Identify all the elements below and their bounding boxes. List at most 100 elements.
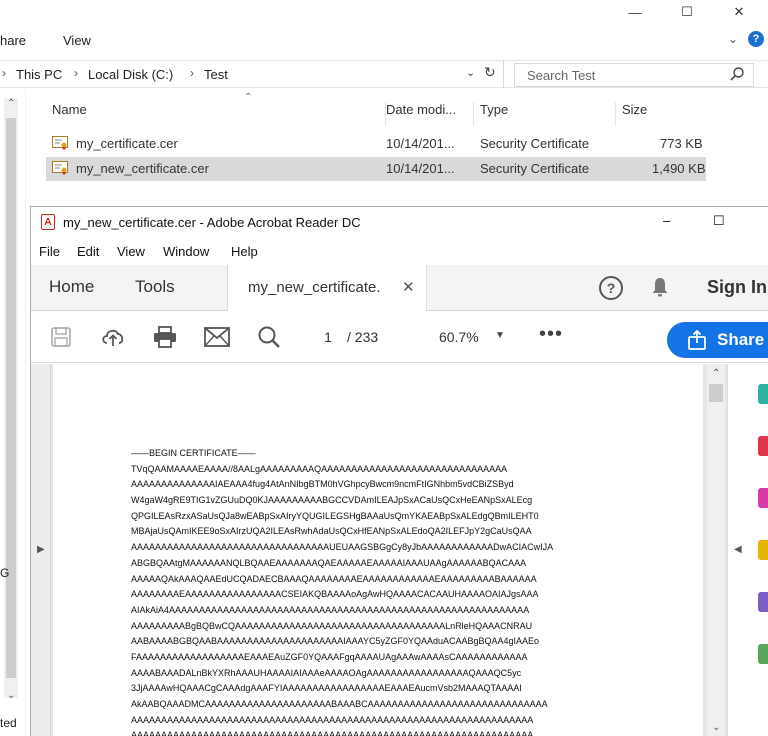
scroll-up-arrow-icon[interactable]: ⌃ — [7, 98, 15, 109]
help-icon[interactable]: ? — [599, 276, 623, 300]
certificate-line: AABAAAABGBQAABAAAAAAAAAAAAAAAAAAAAAIAAAY… — [131, 636, 540, 647]
notification-bell-icon[interactable] — [651, 277, 669, 303]
address-bar: › This PC › Local Disk (C:) › Test ⌄ ↻ S… — [0, 60, 768, 88]
search-icon — [729, 66, 745, 85]
column-size[interactable]: Size — [616, 102, 710, 126]
fill-sign-tool-icon[interactable] — [758, 592, 768, 612]
left-panel-collapsed[interactable]: ▶ — [31, 364, 51, 736]
share-label: Share — [717, 330, 765, 349]
file-size: 773 KB — [660, 136, 703, 151]
explorer-maximize-button[interactable]: ☐ — [664, 0, 710, 24]
explorer-minimize-button[interactable]: — — [612, 0, 658, 24]
breadcrumb-this-pc[interactable]: This PC — [16, 67, 62, 82]
more-tools-icon[interactable]: ••• — [539, 323, 563, 346]
print-icon[interactable] — [151, 323, 179, 351]
page-number-input[interactable]: 1 — [313, 324, 343, 350]
close-tab-icon[interactable]: ✕ — [402, 278, 415, 296]
navigation-scrollbar-thumb[interactable] — [6, 118, 16, 678]
file-row[interactable]: my_certificate.cer 10/14/201... Security… — [46, 132, 706, 156]
certificate-line: QPGILEAsRzxASaUsQJa8wEABpSxAIryYQUGILEGS… — [131, 510, 539, 521]
chevron-right-icon: › — [74, 66, 78, 80]
navigation-scrollbar[interactable] — [4, 98, 18, 698]
menu-file[interactable]: File — [39, 244, 60, 259]
file-date: 10/14/201... — [386, 161, 455, 176]
document-scrollbar-thumb[interactable] — [709, 384, 723, 402]
scroll-up-arrow-icon[interactable]: ⌃ — [712, 368, 720, 379]
chevron-right-icon: › — [2, 66, 6, 80]
search-input[interactable]: Search Test — [514, 63, 754, 87]
scroll-down-arrow-icon[interactable]: ⌄ — [7, 690, 15, 701]
sign-in-button[interactable]: Sign In — [707, 277, 767, 298]
right-tools-pane: ◀ — [727, 364, 768, 736]
document-scrollbar[interactable]: ⌃ ⌄ — [707, 364, 725, 736]
ribbon-tab-view[interactable]: View — [63, 33, 91, 48]
column-name[interactable]: Name — [46, 102, 386, 126]
certificate-line: 3JjAAAAwHQAAACgCAAAdgAAAFYIAAAAAAAAAAAAA… — [131, 683, 522, 694]
certificate-line: AAAABAAADALnBkYXRhAAAUHAAAAIAIAAAeAAAAOA… — [131, 667, 522, 678]
menu-view[interactable]: View — [117, 244, 145, 259]
share-button[interactable]: Share — [667, 322, 768, 358]
certificate-line: W4gaW4gRE9TIG1vZGUuDQ0KJAAAAAAAAABGCCVDA… — [131, 495, 533, 506]
menu-help[interactable]: Help — [231, 244, 258, 259]
scroll-down-arrow-icon[interactable]: ⌄ — [712, 722, 720, 733]
certificate-line: MBAjaUsQAmIKEE9oSxAIrzUQA2ILEAsRwhAdaUsQ… — [131, 526, 532, 537]
refresh-icon[interactable]: ↻ — [484, 64, 496, 81]
tab-home[interactable]: Home — [49, 277, 94, 297]
share-icon — [687, 329, 707, 355]
ribbon-tab-share[interactable]: hare — [0, 33, 26, 48]
page-total: / 233 — [347, 329, 379, 345]
file-row-selected[interactable]: my_new_certificate.cer 10/14/201... Secu… — [46, 157, 706, 181]
certificate-line: AkAABQAAADMCAAAAAAAAAAAAAAAAAAAAABAAABCA… — [131, 699, 548, 709]
export-pdf-tool-icon[interactable] — [758, 384, 768, 404]
more-tools-partial-icon[interactable] — [758, 644, 768, 664]
acrobat-minimize-button[interactable]: – — [663, 213, 670, 228]
file-name: my_certificate.cer — [76, 136, 178, 151]
menu-edit[interactable]: Edit — [77, 244, 99, 259]
acrobat-maximize-button[interactable]: ☐ — [713, 213, 725, 229]
pdf-page: ——BEGIN CERTIFICATE—— TVqQAAMAAAAEAAAA//8… — [53, 364, 703, 736]
address-box[interactable]: › This PC › Local Disk (C:) › Test ⌄ ↻ — [0, 61, 504, 88]
explorer-titlebar: — ☐ ✕ — [0, 0, 768, 24]
certificate-file-icon — [52, 136, 68, 150]
menu-window[interactable]: Window — [163, 244, 209, 259]
certificate-line: AIAkAiA4AAAAAAAAAAAAAAAAAAAAAAAAAAAAAAAA… — [131, 604, 530, 615]
email-icon[interactable] — [203, 323, 231, 351]
file-size: 1,490 KB — [652, 161, 706, 176]
column-date-modified[interactable]: Date modi... — [380, 102, 474, 126]
breadcrumb-test[interactable]: Test — [204, 67, 228, 82]
edit-pdf-tool-icon[interactable] — [758, 488, 768, 508]
address-history-dropdown-icon[interactable]: ⌄ — [466, 66, 475, 79]
breadcrumb-local-disk[interactable]: Local Disk (C:) — [88, 67, 173, 82]
comment-tool-icon[interactable] — [758, 540, 768, 560]
help-icon[interactable]: ? — [748, 31, 764, 47]
document-area: ▶ ——BEGIN CERTIFICATE—— TVqQAAMAAAAEAAAA/… — [31, 364, 768, 736]
acrobat-logo-icon: A — [41, 214, 55, 230]
file-type: Security Certificate — [480, 161, 590, 176]
search-placeholder: Search Test — [527, 68, 596, 83]
create-pdf-tool-icon[interactable] — [758, 436, 768, 456]
explorer-close-button[interactable]: ✕ — [716, 0, 762, 24]
expand-left-panel-icon[interactable]: ▶ — [37, 544, 45, 555]
acrobat-titlebar: A my_new_certificate.cer - Adobe Acrobat… — [31, 207, 768, 237]
save-icon[interactable] — [47, 323, 75, 351]
zoom-level[interactable]: 60.7% — [439, 329, 479, 345]
tab-tools[interactable]: Tools — [135, 277, 175, 297]
ribbon-expand-chevron-icon[interactable]: ⌄ — [728, 32, 738, 46]
tab-document[interactable]: my_new_certificate. ✕ — [227, 265, 427, 311]
column-type[interactable]: Type — [474, 102, 616, 126]
chevron-right-icon: › — [190, 66, 194, 80]
certificate-line: ——BEGIN CERTIFICATE—— — [131, 448, 256, 458]
file-type: Security Certificate — [480, 136, 590, 151]
menu-bar: File Edit View Window Help — [31, 241, 768, 263]
certificate-file-icon — [52, 161, 68, 175]
certificate-line: ABGBQAAtgMAAAAAANQLBQAAEAAAAAAAQAEAAAAAE… — [131, 557, 527, 568]
desktop: — ☐ ✕ hare View ⌄ ? › This PC › Local Di… — [0, 0, 768, 736]
search-icon[interactable] — [255, 323, 283, 351]
upload-cloud-icon[interactable] — [99, 323, 127, 351]
certificate-line: AAAAAAAAEAAAAAAAAAAAAAAAACSEIAKQBAAAAoAg… — [131, 589, 539, 600]
certificate-line: AAAAAAAAAAAAAAAAAAAAAAAAAAAAAAAAAAAAAAAA… — [131, 730, 534, 736]
certificate-text: ——BEGIN CERTIFICATE—— TVqQAAMAAAAEAAAA//8… — [131, 446, 631, 736]
window-title: my_new_certificate.cer - Adobe Acrobat R… — [63, 215, 361, 230]
zoom-dropdown-icon[interactable]: ▼ — [495, 330, 505, 341]
collapse-right-panel-icon[interactable]: ◀ — [734, 544, 742, 555]
